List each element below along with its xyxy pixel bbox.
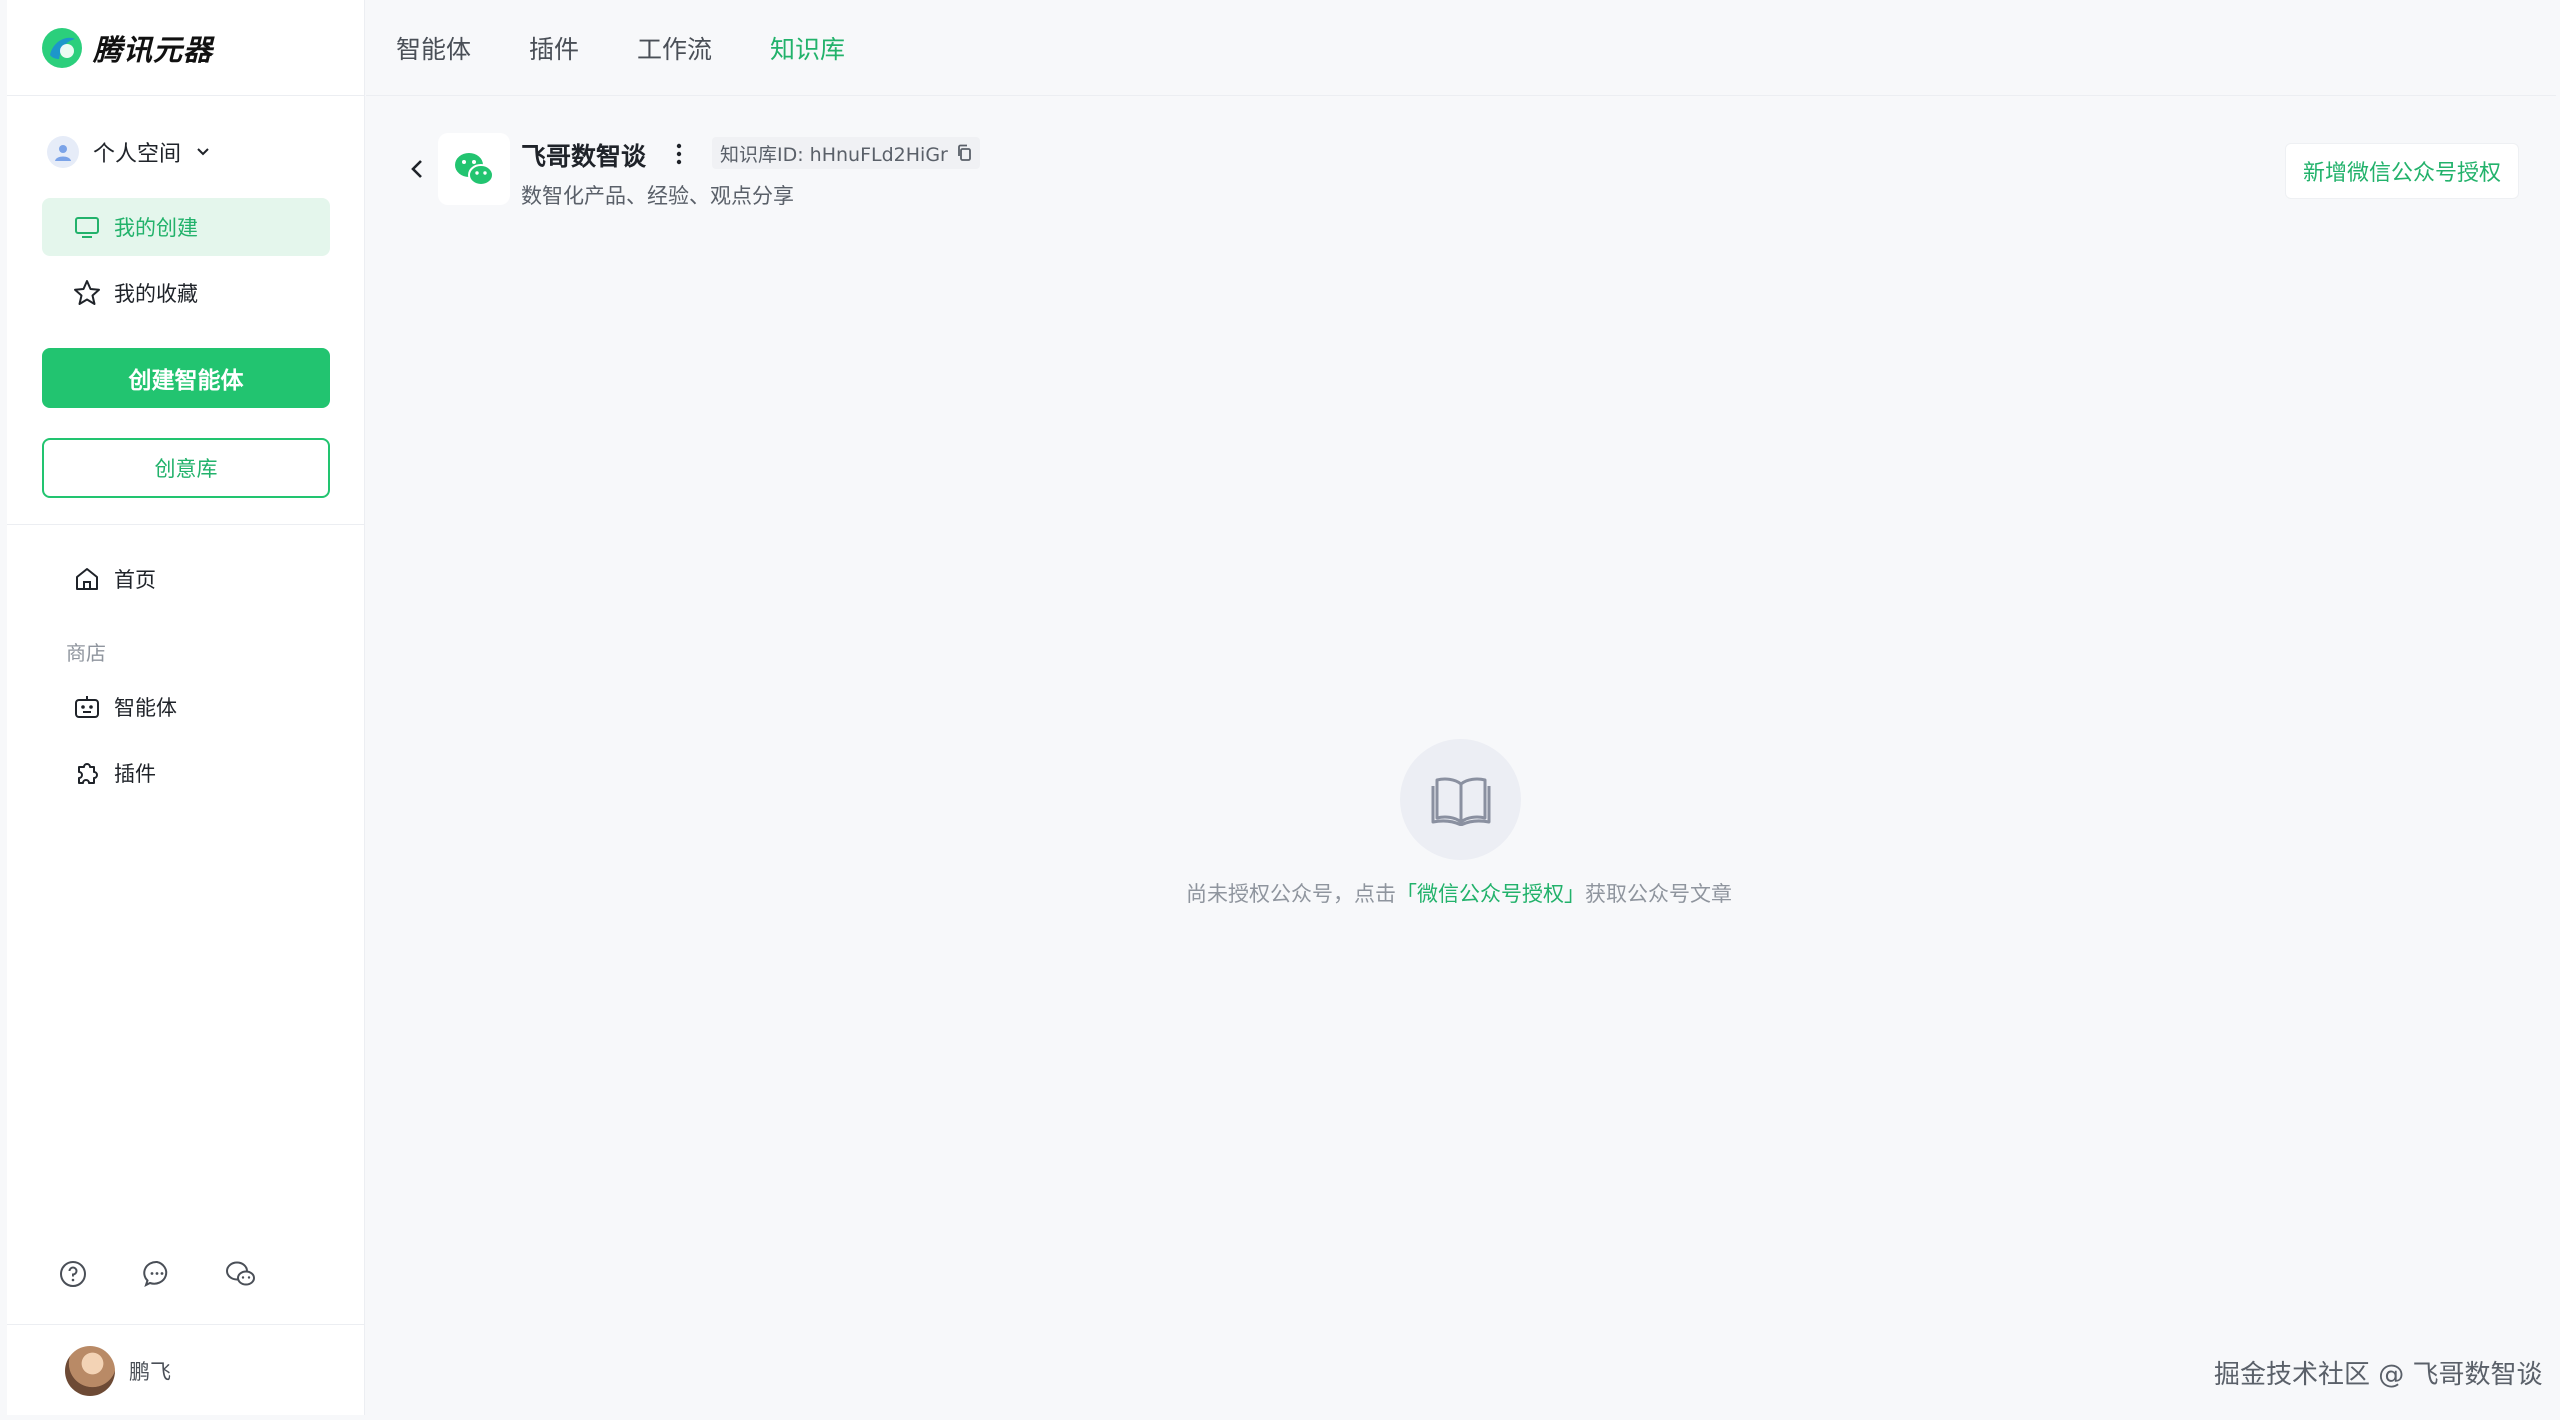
tab-knowledge-base[interactable]: 知识库 — [770, 30, 845, 66]
book-icon — [1431, 777, 1490, 826]
kb-id-text: 知识库ID: hHnuFLd2HiGr — [720, 143, 948, 166]
kb-id-badge: 知识库ID: hHnuFLd2HiGr — [712, 137, 980, 169]
nav-my-creations[interactable]: 我的创建 — [42, 198, 330, 256]
copy-icon[interactable] — [956, 144, 972, 162]
tab-agents[interactable]: 智能体 — [396, 30, 471, 66]
user-space-icon — [47, 136, 79, 168]
top-navigation: 智能体 插件 工作流 知识库 — [366, 0, 2556, 96]
user-profile[interactable]: 鹏飞 — [65, 1346, 171, 1396]
idea-library-button[interactable]: 创意库 — [42, 438, 330, 498]
chevron-left-icon — [411, 160, 422, 178]
nav-store-agents-label: 智能体 — [114, 696, 177, 720]
home-icon — [72, 564, 102, 594]
kb-title: 飞哥数智谈 — [521, 142, 647, 171]
app-window: 腾讯元器 个人空间 我的创建 我的收藏 创建智能体 创意库 首页 商店 智能体 … — [0, 0, 2560, 1420]
empty-state-prefix: 尚未授权公众号，点击 — [1186, 882, 1396, 906]
space-label: 个人空间 — [93, 142, 182, 167]
logo-icon — [42, 27, 82, 68]
kb-description: 数智化产品、经验、观点分享 — [521, 184, 794, 208]
monitor-icon — [72, 212, 102, 242]
sidebar: 腾讯元器 个人空间 我的创建 我的收藏 创建智能体 创意库 首页 商店 智能体 … — [7, 0, 365, 1415]
logo[interactable]: 腾讯元器 — [7, 0, 364, 96]
empty-state-suffix: 获取公众号文章 — [1585, 882, 1732, 906]
more-options-icon[interactable] — [664, 138, 694, 170]
watermark: 掘金技术社区 @ 飞哥数智谈 — [2214, 1360, 2543, 1390]
back-button[interactable] — [402, 152, 432, 186]
user-name: 鹏飞 — [129, 1360, 171, 1384]
chat-icon[interactable] — [139, 1256, 175, 1292]
tab-workflow[interactable]: 工作流 — [637, 30, 712, 66]
nav-store-plugins[interactable]: 插件 — [42, 744, 330, 802]
nav-home-label: 首页 — [114, 568, 156, 592]
nav-store-agents[interactable]: 智能体 — [42, 678, 330, 736]
puzzle-icon — [72, 758, 102, 788]
sidebar-divider — [7, 524, 365, 525]
nav-my-favorites-label: 我的收藏 — [114, 282, 198, 306]
empty-state-message: 尚未授权公众号，点击「微信公众号授权」获取公众号文章 — [1186, 878, 1746, 908]
star-icon — [72, 278, 102, 308]
empty-state-illustration — [1400, 739, 1521, 860]
nav-my-creations-label: 我的创建 — [114, 216, 198, 240]
avatar — [65, 1346, 115, 1396]
space-switcher[interactable]: 个人空间 — [47, 136, 211, 168]
chevron-down-icon — [197, 148, 209, 156]
sidebar-utility-icons — [55, 1256, 259, 1292]
add-wechat-auth-button[interactable]: 新增微信公众号授权 — [2285, 143, 2519, 199]
nav-home[interactable]: 首页 — [42, 550, 330, 608]
create-agent-button[interactable]: 创建智能体 — [42, 348, 330, 408]
logo-text: 腾讯元器 — [93, 32, 214, 67]
nav-my-favorites[interactable]: 我的收藏 — [42, 264, 330, 322]
store-section-label: 商店 — [66, 641, 106, 665]
tab-plugins[interactable]: 插件 — [529, 30, 579, 66]
nav-store-plugins-label: 插件 — [114, 762, 156, 786]
help-icon[interactable] — [55, 1256, 91, 1292]
robot-icon — [72, 692, 102, 722]
wechat-auth-link[interactable]: 「微信公众号授权」 — [1396, 882, 1585, 906]
wechat-kb-icon — [438, 133, 510, 205]
wechat-icon[interactable] — [223, 1256, 259, 1292]
sidebar-divider-bottom — [7, 1324, 365, 1325]
